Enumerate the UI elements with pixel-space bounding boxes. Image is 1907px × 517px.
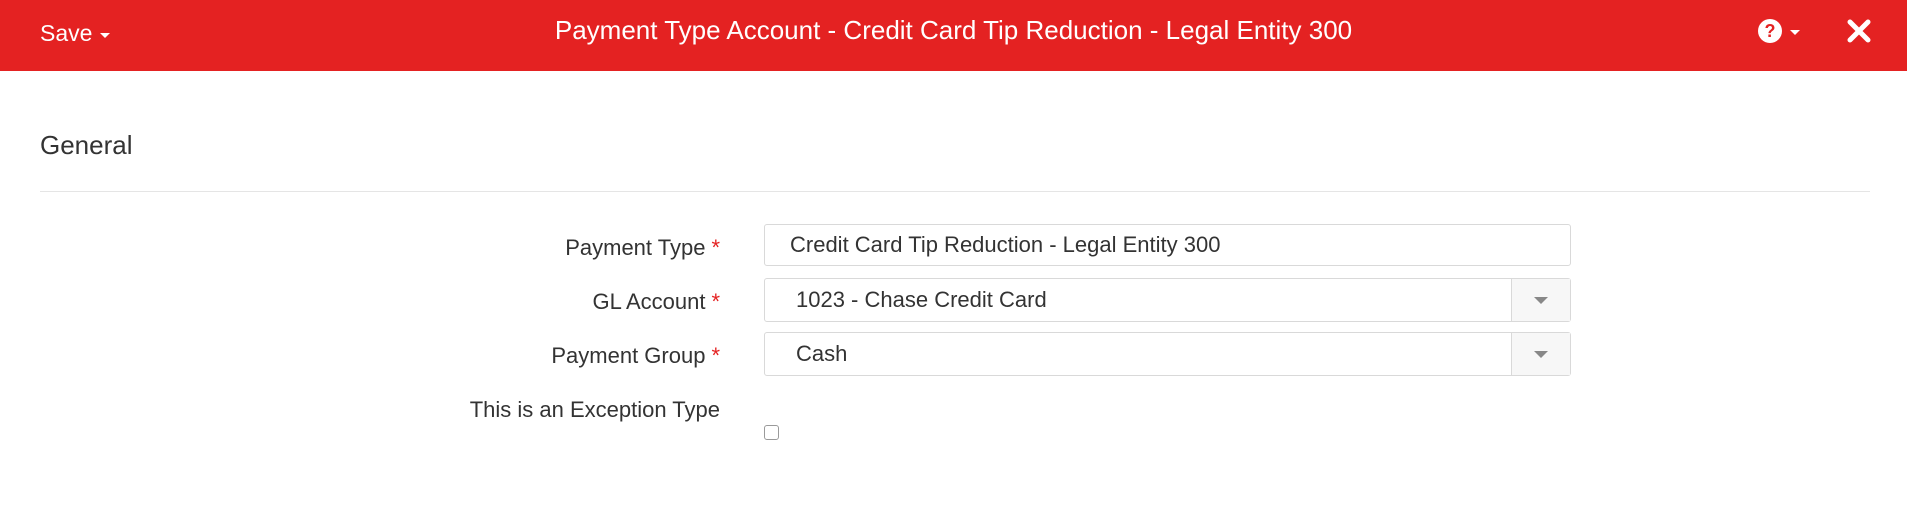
payment-group-label-text: Payment Group (551, 343, 706, 368)
payment-group-dropdown-toggle[interactable] (1511, 333, 1570, 375)
section-divider (40, 191, 1870, 192)
payment-group-select[interactable]: Cash (764, 332, 1571, 376)
gl-account-select[interactable]: 1023 - Chase Credit Card (764, 278, 1571, 322)
page-title: Payment Type Account - Credit Card Tip R… (554, 15, 1353, 45)
question-circle-icon: ? (1758, 19, 1782, 43)
exception-type-label: This is an Exception Type (469, 397, 720, 422)
gl-account-label-text: GL Account (592, 289, 706, 314)
save-label: Save (40, 20, 93, 46)
caret-down-icon (1790, 30, 1800, 35)
chevron-down-icon (1534, 350, 1548, 358)
save-dropdown-button[interactable]: Save (40, 20, 111, 47)
payment-group-selected-value: Cash (796, 341, 848, 366)
chevron-down-icon (1534, 296, 1548, 304)
payment-type-label: Payment Type * (565, 235, 720, 261)
payment-type-label-text: Payment Type (565, 235, 706, 260)
payment-type-field[interactable] (764, 224, 1571, 266)
top-bar: Save Payment Type Account - Credit Card … (0, 0, 1907, 71)
payment-group-label: Payment Group * (551, 343, 720, 369)
caret-down-icon (100, 32, 111, 38)
exception-type-checkbox[interactable] (764, 425, 779, 440)
gl-account-label: GL Account * (593, 289, 720, 315)
help-dropdown-button[interactable]: ? (1758, 19, 1800, 43)
gl-account-selected-value: 1023 - Chase Credit Card (796, 287, 1047, 312)
close-icon (1847, 19, 1871, 43)
close-button[interactable] (1846, 18, 1872, 44)
section-title-general: General (40, 130, 133, 160)
required-marker: * (711, 289, 720, 314)
required-marker: * (711, 235, 720, 260)
payment-type-input[interactable] (765, 225, 1570, 265)
required-marker: * (711, 343, 720, 368)
gl-account-dropdown-toggle[interactable] (1511, 279, 1570, 321)
